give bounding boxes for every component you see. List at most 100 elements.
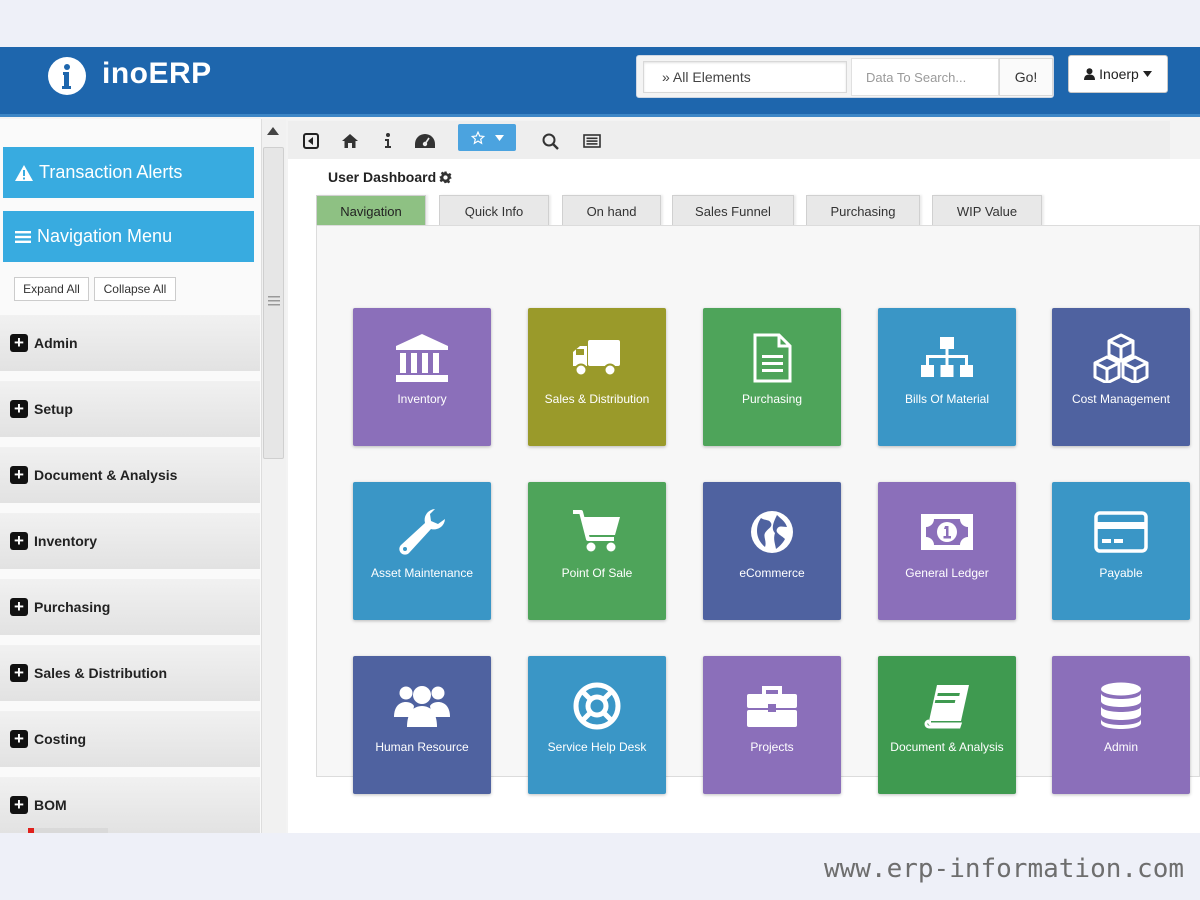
search-bar: » All Elements Go! [636,55,1054,98]
credit-card-icon [1052,504,1190,560]
sidebar-item-label: Purchasing [34,599,111,615]
tile-inventory[interactable]: Inventory [353,308,491,446]
tile-cost-management[interactable]: Cost Management [1052,308,1190,446]
user-name: Inoerp [1099,66,1139,82]
search-icon[interactable] [538,129,562,153]
tile-projects[interactable]: Projects [703,656,841,794]
plus-square-icon: + [10,532,28,550]
dashboard-icon[interactable] [413,129,437,153]
bars-icon [15,230,31,243]
chevron-double-down-icon: » [662,69,670,85]
tile-label: Human Resource [375,740,469,754]
home-icon[interactable] [338,129,362,153]
collapse-all-button[interactable]: Collapse All [94,277,176,301]
plus-square-icon: + [10,598,28,616]
tab-on-hand[interactable]: On hand [562,195,661,226]
tile-point-of-sale[interactable]: Point Of Sale [528,482,666,620]
bank-icon [353,330,491,386]
caret-down-icon [494,134,504,141]
tab-quick-info[interactable]: Quick Info [439,195,549,226]
sidebar-item-sales-distribution[interactable]: + Sales & Distribution [0,645,260,701]
database-icon [1052,678,1190,734]
lifebuoy-icon [528,678,666,734]
sidebar-item-bom[interactable]: + BOM [0,777,260,833]
go-button[interactable]: Go! [999,58,1053,96]
tile-purchasing[interactable]: Purchasing [703,308,841,446]
tile-asset-maintenance[interactable]: Asset Maintenance [353,482,491,620]
back-icon[interactable] [299,129,323,153]
plus-square-icon: + [10,664,28,682]
tile-admin[interactable]: Admin [1052,656,1190,794]
progress-fill [28,828,34,833]
toolbar [288,121,1170,161]
search-scope-label: All Elements [672,69,751,85]
tile-label: Payable [1099,566,1143,580]
users-icon [353,678,491,734]
plus-square-icon: + [10,466,28,484]
user-icon [1084,68,1096,80]
tile-label: Sales & Distribution [544,392,650,406]
sidebar-item-purchasing[interactable]: + Purchasing [0,579,260,635]
sidebar-item-inventory[interactable]: + Inventory [0,513,260,569]
sidebar-scrollbar[interactable] [262,119,286,833]
search-scope-select[interactable]: » All Elements [643,61,847,93]
cart-icon [528,504,666,560]
caret-down-icon [1142,71,1152,77]
header-bar: inoERP » All Elements Go! Inoerp [0,47,1200,117]
grip-lines-icon [268,296,280,306]
scroll-up-icon[interactable] [267,127,279,135]
money-icon [878,504,1016,560]
cubes-icon [1052,330,1190,386]
sidebar-item-costing[interactable]: + Costing [0,711,260,767]
logo-icon[interactable] [48,57,86,95]
tab-sales-funnel[interactable]: Sales Funnel [672,195,794,226]
tab-navigation[interactable]: Navigation [316,195,426,226]
sidebar: Transaction Alerts Navigation Menu Expan… [0,119,262,833]
tile-payable[interactable]: Payable [1052,482,1190,620]
tile-bills-of-material[interactable]: Bills Of Material [878,308,1016,446]
favorites-dropdown-button[interactable] [458,124,516,151]
tile-label: Inventory [397,392,447,406]
gear-icon[interactable] [439,171,452,184]
tile-label: Purchasing [741,392,803,406]
tab-purchasing[interactable]: Purchasing [806,195,920,226]
tile-sales-distribution[interactable]: Sales & Distribution [528,308,666,446]
tile-label: Point Of Sale [561,566,633,580]
tile-label: eCommerce [739,566,805,580]
tile-service-help-desk[interactable]: Service Help Desk [528,656,666,794]
tile-general-ledger[interactable]: General Ledger [878,482,1016,620]
plus-square-icon: + [10,334,28,352]
sidebar-item-label: Document & Analysis [34,467,178,483]
tile-label: Asset Maintenance [370,566,474,580]
sidebar-item-label: Admin [34,335,78,351]
document-icon [703,330,841,386]
search-input[interactable] [851,58,999,96]
navigation-tab-content: Inventory Sales & Distribution Purchasin… [316,225,1200,794]
navigation-menu-button[interactable]: Navigation Menu [3,211,254,262]
transaction-alerts-button[interactable]: Transaction Alerts [3,147,254,198]
tab-wip-value[interactable]: WIP Value [932,195,1042,226]
sidebar-item-admin[interactable]: + Admin [0,315,260,371]
sidebar-item-label: Inventory [34,533,98,549]
main-panel: User Dashboard Navigation Quick Info On … [288,159,1200,833]
info-icon[interactable] [376,129,400,153]
dashboard-title-label: User Dashboard [328,169,437,185]
star-icon [470,130,485,144]
tile-document-analysis[interactable]: Document & Analysis [878,656,1016,794]
navigation-menu-label: Navigation Menu [37,226,173,246]
watermark-text: www.erp-information.com [823,854,1184,884]
tile-label: Admin [1103,740,1138,754]
sidebar-item-setup[interactable]: + Setup [0,381,260,437]
list-icon[interactable] [580,129,604,153]
tile-human-resource[interactable]: Human Resource [353,656,491,794]
user-menu-button[interactable]: Inoerp [1068,55,1168,93]
truck-icon [528,330,666,386]
tile-ecommerce[interactable]: eCommerce [703,482,841,620]
sidebar-item-document-analysis[interactable]: + Document & Analysis [0,447,260,503]
dashboard-title: User Dashboard [328,169,452,185]
scroll-thumb[interactable] [263,147,284,459]
transaction-alerts-label: Transaction Alerts [39,162,183,182]
sidebar-item-label: BOM [34,797,67,813]
sitemap-icon [878,330,1016,386]
expand-all-button[interactable]: Expand All [14,277,89,301]
